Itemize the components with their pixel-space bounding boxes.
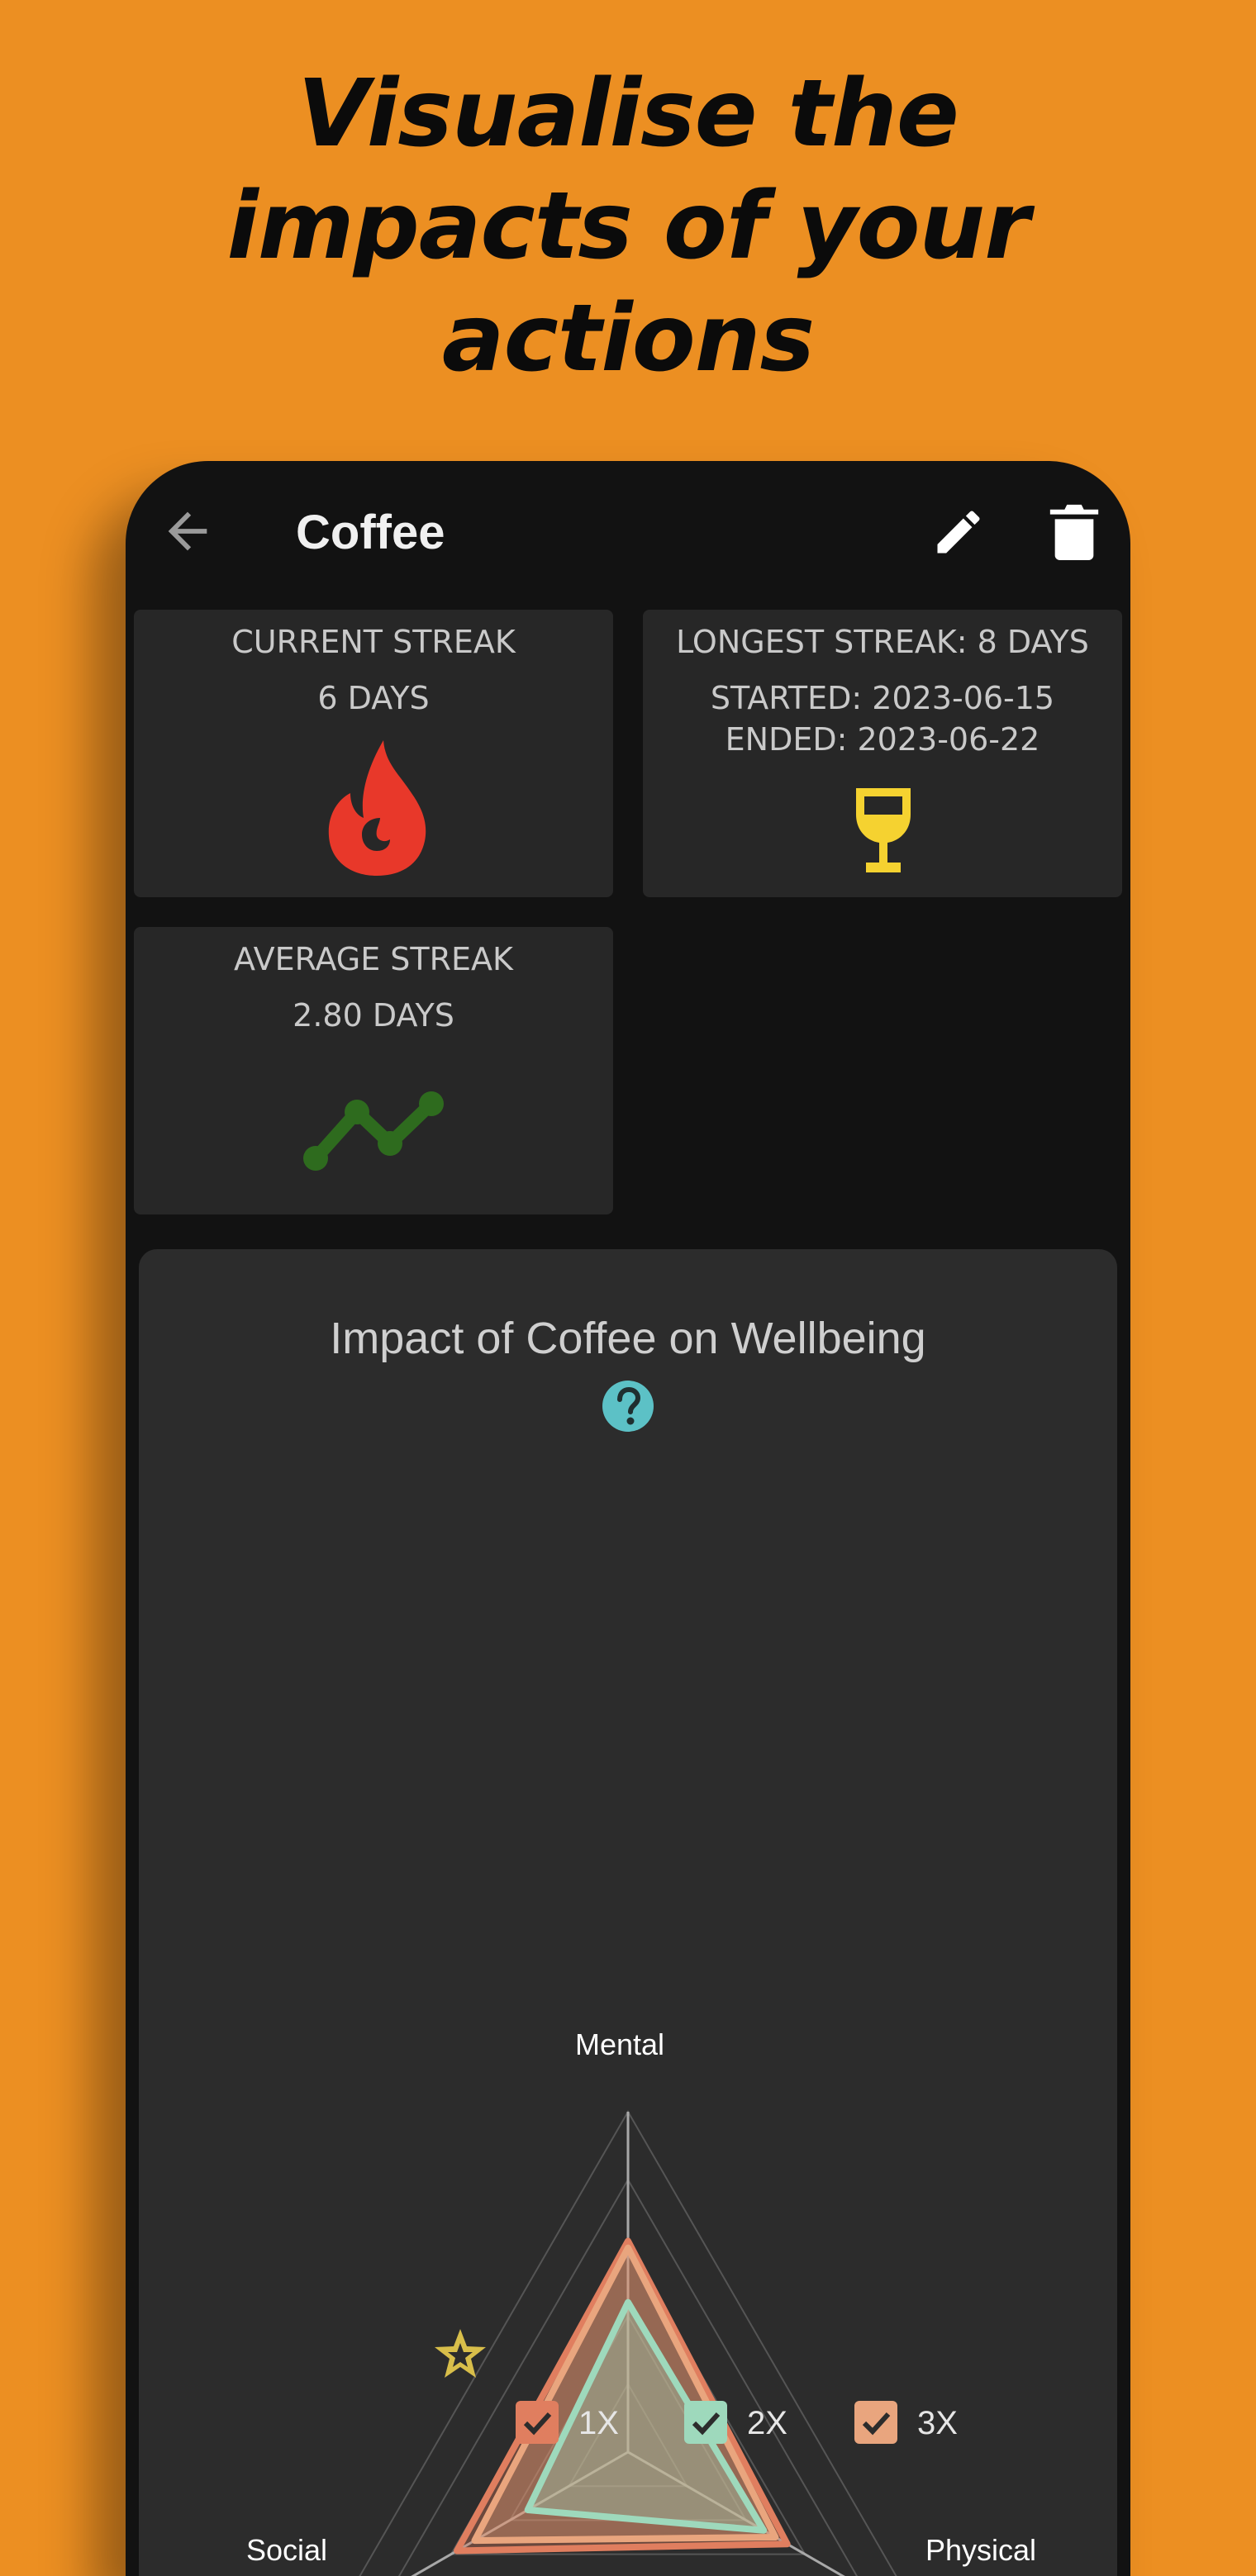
trash-icon[interactable] xyxy=(1049,502,1099,560)
average-streak-label: AVERAGE STREAK xyxy=(234,941,513,977)
current-streak-value: 6 DAYS xyxy=(317,680,430,716)
pencil-icon[interactable] xyxy=(930,504,987,560)
impact-chart-card: Impact of Coffee on Wellbeing Mental Phy… xyxy=(139,1249,1117,2576)
current-streak-card: CURRENT STREAK 6 DAYS xyxy=(134,610,613,897)
chart-line-icon xyxy=(303,1091,444,1171)
radar-chart xyxy=(359,2110,897,2576)
trophy-icon xyxy=(856,788,911,872)
longest-streak-label: LONGEST STREAK: 8 DAYS xyxy=(676,624,1089,660)
headline-line-2: impacts of your xyxy=(226,173,1030,280)
legend-label-3x: 3X xyxy=(917,2405,958,2441)
legend-label-2x: 2X xyxy=(747,2405,787,2441)
legend-item-2x[interactable]: 2X xyxy=(684,2401,808,2447)
longest-streak-ended: ENDED: 2023-06-22 xyxy=(725,721,1040,758)
check-icon xyxy=(523,2412,552,2436)
average-streak-card: AVERAGE STREAK 2.80 DAYS xyxy=(134,927,613,1214)
fire-icon xyxy=(328,740,426,876)
headline-line-1: Visualise the xyxy=(297,60,959,168)
headline: Visualise the impacts of your actions xyxy=(0,58,1256,395)
check-icon xyxy=(692,2412,721,2436)
axis-label-physical: Physical xyxy=(925,2533,1037,2567)
phone-frame: Coffee CURRENT STREAK 6 DAYS LONGEST STR… xyxy=(126,461,1130,2576)
legend-label-1x: 1X xyxy=(578,2405,619,2441)
checkbox-2x[interactable] xyxy=(684,2401,727,2444)
longest-streak-card: LONGEST STREAK: 8 DAYS STARTED: 2023-06-… xyxy=(643,610,1122,897)
star-icon xyxy=(435,2329,486,2378)
check-icon xyxy=(862,2412,891,2436)
arrow-back-icon[interactable] xyxy=(159,502,216,560)
axis-label-mental: Mental xyxy=(575,2027,665,2061)
average-streak-value: 2.80 DAYS xyxy=(293,997,454,1034)
current-streak-label: CURRENT STREAK xyxy=(231,624,516,660)
app-bar: Coffee xyxy=(126,461,1130,601)
longest-streak-started: STARTED: 2023-06-15 xyxy=(710,680,1055,716)
headline-line-3: actions xyxy=(441,285,815,392)
axis-label-social: Social xyxy=(246,2533,328,2567)
page-title: Coffee xyxy=(296,506,445,559)
legend-item-3x[interactable]: 3X xyxy=(854,2401,978,2447)
legend-item-1x[interactable]: 1X xyxy=(516,2401,640,2447)
checkbox-1x[interactable] xyxy=(516,2401,559,2444)
checkbox-3x[interactable] xyxy=(854,2401,897,2444)
